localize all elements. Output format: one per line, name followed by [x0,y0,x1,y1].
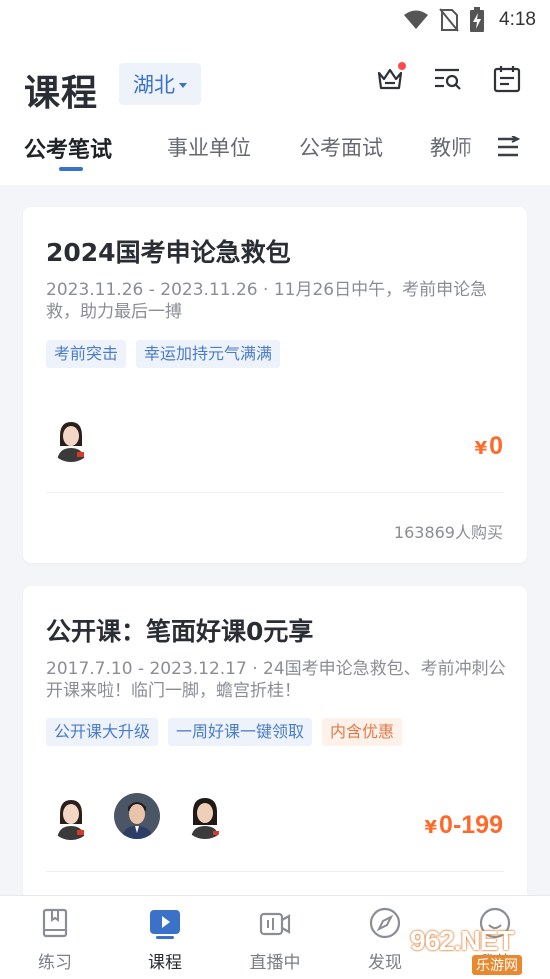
divider [46,492,504,493]
nav-label: 发现 [368,953,402,973]
price-value: 0 [489,432,503,460]
active-tab-indicator [59,167,83,171]
teacher-avatar [114,793,160,839]
no-sim-icon [439,8,459,32]
wifi-icon [404,10,429,29]
divider [46,871,504,872]
nav-label: 练习 [38,953,72,973]
status-time: 4:18 [499,9,536,30]
course-tag: 公开课大升级 [46,718,159,746]
caret-down-icon [179,82,187,88]
compass-icon [369,907,401,939]
course-tag: 一周好课一键领取 [168,718,313,746]
schedule-button[interactable] [492,64,522,94]
teacher-portrait-icon [48,416,94,462]
price-value: 0-199 [439,811,503,839]
nav-label: 直播中 [249,953,301,973]
course-title: 公开课：笔面好课0元享 [46,617,314,646]
course-description: 2023.11.26 - 2023.11.26 · 11月26日中午，考前申论急… [46,280,488,322]
play-icon [150,910,180,939]
nav-courses[interactable]: 课程 [120,906,210,973]
buyer-count: 163869人购买 [393,523,503,542]
teacher-avatar [182,793,228,839]
page-title: 课程 [24,73,99,114]
nav-live[interactable]: 直播中 [230,906,320,973]
book-icon [42,908,68,938]
tab-shiye-danwei[interactable]: 事业单位 [167,132,251,162]
region-label: 湖北 [133,73,175,97]
course-description: 2017.7.10 - 2023.12.17 · 24国考申论急救包、考前冲刺公… [46,659,506,701]
vip-crown-button[interactable] [375,62,406,94]
course-tag: 内含优惠 [322,718,403,746]
price-symbol: ¥ [424,817,438,838]
course-tag: 考前突击 [46,340,127,368]
calendar-icon [493,66,521,93]
nav-practice[interactable]: 练习 [10,906,100,973]
watermark-text: 962.NET [410,925,514,956]
watermark-sub: 乐游网 [472,955,522,975]
course-tags: 公开课大升级 一周好课一键领取 内含优惠 [46,718,403,746]
nav-label: 课程 [148,953,182,973]
course-price: ¥ 0-199 [425,811,503,840]
course-title: 2024国考申论急救包 [46,238,291,267]
tab-gongkao-mianshi[interactable]: 公考面试 [299,132,383,162]
header: 课程 湖北 公考笔试 事业单位 公考面试 教师 [0,40,550,185]
course-tag: 幸运加持元气满满 [136,340,281,368]
teacher-portrait-icon [48,794,94,840]
category-tabs: 公考笔试 事业单位 公考面试 教师 [0,128,550,178]
teacher-portrait-icon [182,793,228,839]
search-course-button[interactable] [433,64,463,94]
course-tags: 考前突击 幸运加持元气满满 [46,340,281,368]
course-card[interactable]: 2024国考申论急救包 2023.11.26 - 2023.11.26 · 11… [23,207,527,563]
region-selector[interactable]: 湖北 [119,63,201,105]
live-camera-icon [259,912,291,936]
tab-gongkao-bishi[interactable]: 公考笔试 [24,132,112,164]
notification-dot [398,62,406,70]
battery-charging-icon [470,7,485,32]
teacher-avatar [48,416,94,462]
price-symbol: ¥ [474,438,488,459]
teacher-avatar [48,794,94,840]
status-bar: 4:18 [0,0,550,40]
menu-icon[interactable] [496,136,520,158]
list-search-icon [435,68,461,90]
course-price: ¥ 0 [475,432,503,461]
course-card[interactable]: 公开课：笔面好课0元享 2017.7.10 - 2023.12.17 · 24国… [23,586,527,916]
teacher-portrait-icon [114,793,160,839]
watermark-logo: 962.NET 乐游网 [410,925,542,975]
